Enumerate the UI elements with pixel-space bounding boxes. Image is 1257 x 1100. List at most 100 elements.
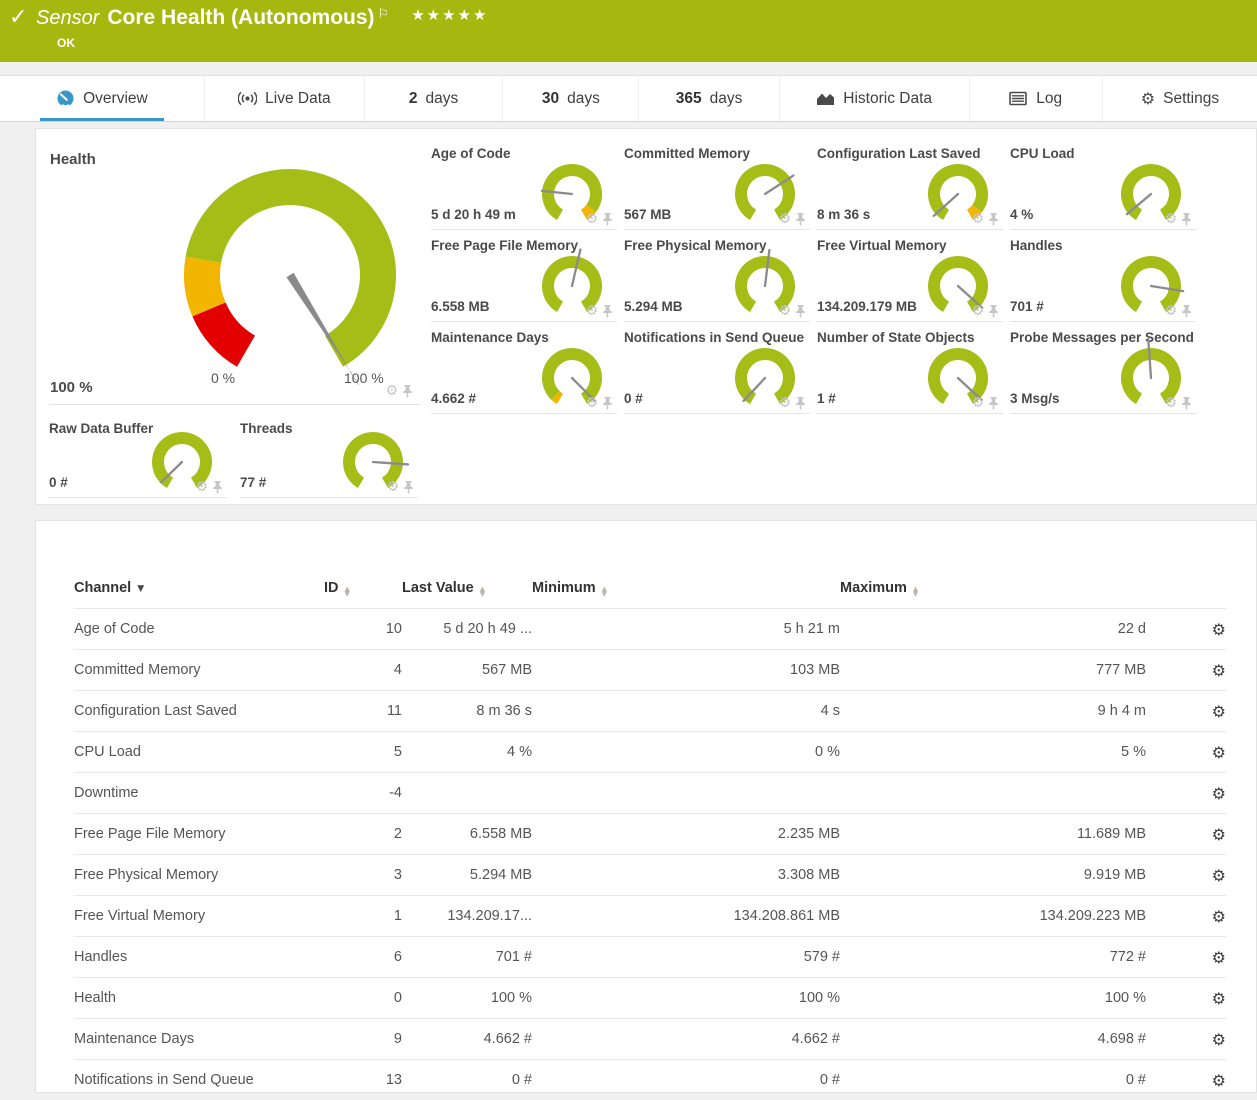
channel-settings-gear-icon[interactable]: ⚙ — [1212, 1071, 1226, 1090]
gauge-settings-gear-icon[interactable]: ⚙ — [195, 480, 208, 494]
gauge-settings-gear-icon[interactable]: ⚙ — [385, 384, 398, 398]
gauge-settings-gear-icon[interactable]: ⚙ — [585, 304, 598, 318]
cell-min: 103 MB — [532, 650, 840, 691]
gauge-pin-icon[interactable] — [988, 213, 999, 226]
status-check-icon: ✓ — [9, 5, 27, 30]
column-label: Channel — [74, 580, 131, 596]
channel-settings-gear-icon[interactable]: ⚙ — [1212, 620, 1226, 639]
gauge-settings-gear-icon[interactable]: ⚙ — [1164, 304, 1177, 318]
gauge-settings-gear-icon[interactable]: ⚙ — [971, 212, 984, 226]
cell-last: 134.209.17... — [402, 896, 532, 937]
column-label: Last Value — [402, 580, 474, 596]
cell-channel: Downtime — [74, 773, 324, 814]
gauge-tile-title: Handles — [1010, 238, 1063, 253]
table-row: Notifications in Send Queue130 #0 #0 #⚙ — [74, 1060, 1226, 1100]
gauge-pin-icon[interactable] — [403, 481, 414, 494]
tab-log[interactable]: Log — [969, 76, 1102, 121]
channel-settings-gear-icon[interactable]: ⚙ — [1212, 989, 1226, 1008]
column-header-id[interactable]: ID▲▼ — [324, 567, 402, 609]
gauge-pin-icon[interactable] — [988, 397, 999, 410]
cell-last — [402, 773, 532, 814]
channel-settings-gear-icon[interactable]: ⚙ — [1212, 784, 1226, 803]
channel-settings-gear-icon[interactable]: ⚙ — [1212, 661, 1226, 680]
gauge-settings-gear-icon[interactable]: ⚙ — [1164, 212, 1177, 226]
gauge-pin-icon[interactable] — [1181, 397, 1192, 410]
priority-stars[interactable]: ★★★★★ — [411, 6, 488, 24]
gauge-settings-gear-icon[interactable]: ⚙ — [585, 396, 598, 410]
gauge-pin-icon[interactable] — [795, 305, 806, 318]
tab-label: Historic Data — [843, 90, 932, 108]
tab-label: Settings — [1163, 90, 1219, 108]
cell-channel: Age of Code — [74, 609, 324, 650]
channel-settings-gear-icon[interactable]: ⚙ — [1212, 866, 1226, 885]
cell-last: 8 m 36 s — [402, 691, 532, 732]
cell-max: 134.209.223 MB — [840, 896, 1146, 937]
gear-icon: ⚙ — [1141, 91, 1155, 107]
cell-channel: Notifications in Send Queue — [74, 1060, 324, 1100]
cell-channel: Configuration Last Saved — [74, 691, 324, 732]
cell-min: 2.235 MB — [532, 814, 840, 855]
column-header-minimum[interactable]: Minimum▲▼ — [532, 567, 840, 609]
cell-last: 0 # — [402, 1060, 532, 1100]
cell-min: 134.208.861 MB — [532, 896, 840, 937]
gauge-pin-icon[interactable] — [795, 397, 806, 410]
gauge-settings-gear-icon[interactable]: ⚙ — [778, 304, 791, 318]
gauge-pin-icon[interactable] — [988, 305, 999, 318]
cell-min: 5 h 21 m — [532, 609, 840, 650]
gauge-tile-value: 5 d 20 h 49 m — [431, 207, 516, 222]
chart-icon — [816, 90, 835, 107]
cell-max: 11.689 MB — [840, 814, 1146, 855]
flag-icon[interactable]: ⚐ — [378, 7, 390, 22]
gauge-pin-icon[interactable] — [602, 305, 613, 318]
table-row: Configuration Last Saved118 m 36 s4 s9 h… — [74, 691, 1226, 732]
cell-max: 0 # — [840, 1060, 1146, 1100]
gauge-pin-icon[interactable] — [795, 213, 806, 226]
cell-last: 5 d 20 h 49 ... — [402, 609, 532, 650]
cell-id: 13 — [324, 1060, 402, 1100]
tab-overview[interactable]: Overview — [0, 76, 204, 121]
gauge-settings-gear-icon[interactable]: ⚙ — [971, 396, 984, 410]
channel-settings-gear-icon[interactable]: ⚙ — [1212, 743, 1226, 762]
tab-historic-data[interactable]: Historic Data — [779, 76, 969, 121]
gauge-pin-icon[interactable] — [1181, 305, 1192, 318]
gauge-pin-icon[interactable] — [602, 213, 613, 226]
gauge-pin-icon[interactable] — [212, 481, 223, 494]
column-header-last-value[interactable]: Last Value▲▼ — [402, 567, 532, 609]
cell-min: 0 # — [532, 1060, 840, 1100]
gauge-pin-icon[interactable] — [602, 397, 613, 410]
column-header-maximum[interactable]: Maximum▲▼ — [840, 567, 1146, 609]
health-gauge-title: Health — [50, 151, 96, 168]
gauge-pin-icon[interactable] — [402, 385, 413, 398]
gauge-tile-handles: Handles701 #⚙ — [1010, 238, 1196, 322]
gauge-settings-gear-icon[interactable]: ⚙ — [778, 212, 791, 226]
cell-min: 3.308 MB — [532, 855, 840, 896]
gauge-settings-gear-icon[interactable]: ⚙ — [1164, 396, 1177, 410]
cell-id: 5 — [324, 732, 402, 773]
gauge-tile-value: 4 % — [1010, 207, 1033, 222]
gauge-settings-gear-icon[interactable]: ⚙ — [386, 480, 399, 494]
channel-settings-gear-icon[interactable]: ⚙ — [1212, 825, 1226, 844]
gauge-pin-icon[interactable] — [1181, 213, 1192, 226]
tab-live-data[interactable]: Live Data — [204, 76, 364, 121]
gauge-tile-threads: Threads77 #⚙ — [240, 421, 418, 498]
channel-settings-gear-icon[interactable]: ⚙ — [1212, 907, 1226, 926]
cell-id: 9 — [324, 1019, 402, 1060]
tab-30-days[interactable]: 30days — [502, 76, 638, 121]
gauge-settings-gear-icon[interactable]: ⚙ — [778, 396, 791, 410]
gauge-settings-gear-icon[interactable]: ⚙ — [971, 304, 984, 318]
tab-2-days[interactable]: 2days — [364, 76, 502, 121]
column-header-channel[interactable]: Channel▼ — [74, 567, 324, 609]
tab-settings[interactable]: ⚙ Settings — [1102, 76, 1257, 121]
cell-min: 100 % — [532, 978, 840, 1019]
column-label: Minimum — [532, 580, 596, 596]
tab-365-days[interactable]: 365days — [638, 76, 778, 121]
channel-settings-gear-icon[interactable]: ⚙ — [1212, 702, 1226, 721]
table-row: Handles6701 #579 #772 #⚙ — [74, 937, 1226, 978]
tab-label: Live Data — [265, 90, 330, 108]
gauge-settings-gear-icon[interactable]: ⚙ — [585, 212, 598, 226]
channel-settings-gear-icon[interactable]: ⚙ — [1212, 948, 1226, 967]
status-badge: OK — [57, 36, 75, 50]
table-row: Maintenance Days94.662 #4.662 #4.698 #⚙ — [74, 1019, 1226, 1060]
gauge-tile-value: 8 m 36 s — [817, 207, 870, 222]
channel-settings-gear-icon[interactable]: ⚙ — [1212, 1030, 1226, 1049]
